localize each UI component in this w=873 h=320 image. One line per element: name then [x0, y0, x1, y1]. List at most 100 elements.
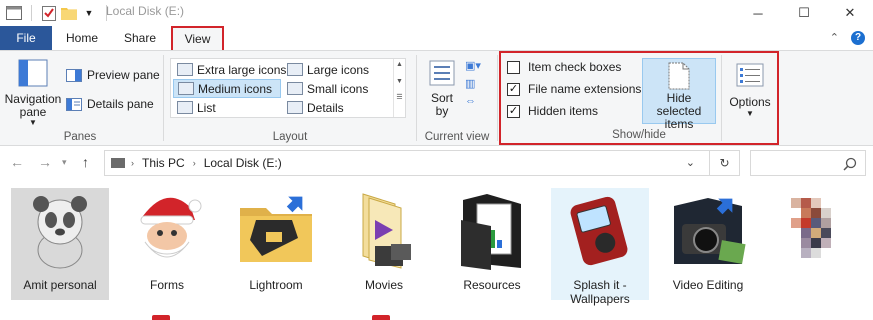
item-check-boxes-label: Item check boxes — [528, 60, 622, 74]
list-icon — [177, 101, 193, 114]
folder-tile[interactable]: Lightroom — [227, 188, 325, 300]
properties-check-icon[interactable] — [41, 5, 57, 21]
folder-tile[interactable]: Splash it - Wallpapers — [551, 188, 649, 306]
search-input[interactable] — [750, 150, 866, 176]
preview-pane-button[interactable]: Preview pane — [66, 65, 160, 85]
details-pane-icon — [66, 97, 82, 111]
item-check-boxes-checkbox[interactable] — [507, 60, 520, 74]
options-label: Options — [729, 95, 771, 109]
details-pane-label: Details pane — [87, 97, 154, 111]
folder-tile[interactable]: Resources — [443, 188, 541, 300]
folder-name: Resources — [463, 278, 521, 292]
breadcrumb-separator-icon[interactable]: › — [193, 158, 196, 168]
layout-scroll[interactable]: ▲ ▼ ☰ — [393, 59, 405, 117]
extra-large-icons-icon — [177, 63, 193, 76]
layout-large-icons[interactable]: Large icons — [283, 60, 373, 79]
up-arrow-icon[interactable]: ↑ — [82, 154, 89, 170]
minimize-button[interactable]: ─ — [735, 0, 781, 26]
panes-group: Navigation pane ▼ Preview pane Details p… — [0, 51, 160, 146]
customize-dropdown-icon[interactable]: ▼ — [81, 5, 97, 21]
breadcrumb-this-pc[interactable]: This PC — [142, 156, 185, 170]
breadcrumb-local-disk[interactable]: Local Disk (E:) — [204, 156, 282, 170]
layout-item-label: List — [197, 100, 216, 115]
hide-selected-items-button[interactable]: Hide selected items — [642, 58, 716, 131]
scroll-down-icon[interactable]: ▼ — [394, 78, 405, 85]
back-arrow-icon[interactable]: ← — [10, 154, 24, 170]
ribbon: Navigation pane ▼ Preview pane Details p… — [0, 50, 873, 146]
recent-locations-icon[interactable]: ▾ — [62, 157, 67, 168]
file-name-extensions-option[interactable]: ✓ File name extensions — [507, 82, 641, 96]
refresh-icon[interactable]: ↻ — [709, 151, 739, 175]
large-icons-icon — [287, 63, 303, 76]
maximize-button[interactable]: ☐ — [781, 0, 827, 26]
item-check-boxes-option[interactable]: Item check boxes — [507, 60, 621, 74]
layout-list[interactable]: List — [173, 98, 220, 117]
folder-tile[interactable] — [767, 188, 865, 300]
panes-group-label: Panes — [63, 131, 97, 143]
current-view-group-label: Current view — [424, 131, 490, 143]
navigation-bar: ← → ▾ ↑ › This PC › Local Disk (E:) ⌄ ↻ — [0, 146, 873, 180]
group-divider — [721, 55, 722, 141]
santa-folder-icon — [127, 190, 207, 270]
layout-medium-icons[interactable]: Medium icons — [173, 79, 281, 98]
sort-by-button[interactable]: Sort by — [425, 59, 459, 118]
mp4-folder-icon — [344, 190, 424, 270]
layout-item-label: Details — [307, 100, 344, 115]
forward-arrow-icon[interactable]: → — [38, 154, 52, 170]
group-divider — [497, 55, 498, 141]
partial-folder-icon — [372, 315, 390, 320]
partial-folder-icon — [152, 315, 170, 320]
collapse-ribbon-icon[interactable]: ⌃ — [830, 31, 839, 44]
folder-name: Forms — [150, 278, 184, 292]
tab-view[interactable]: View — [171, 26, 224, 50]
folder-tile[interactable]: Movies — [335, 188, 433, 300]
add-columns-icon[interactable]: ▥ — [465, 77, 487, 95]
details-icon — [287, 101, 303, 114]
folder-name: Movies — [364, 278, 403, 292]
layout-item-label: Medium icons — [198, 81, 273, 96]
details-pane-button[interactable]: Details pane — [66, 94, 154, 114]
tab-home[interactable]: Home — [58, 26, 106, 50]
close-button[interactable]: ✕ — [827, 0, 873, 26]
explorer-icon[interactable] — [6, 5, 22, 21]
address-dropdown-icon[interactable]: ⌄ — [686, 156, 695, 169]
options-icon — [736, 63, 764, 87]
hide-selected-items-icon — [668, 62, 690, 90]
file-name-extensions-label: File name extensions — [528, 82, 642, 96]
new-folder-icon[interactable] — [61, 5, 77, 21]
window-controls: ─ ☐ ✕ — [735, 0, 873, 26]
layout-extra-large-icons[interactable]: Extra large icons — [173, 60, 290, 79]
layout-small-icons[interactable]: Small icons — [283, 79, 372, 98]
hide-selected-items-label: Hide selected items — [656, 91, 702, 131]
resources-folder-icon — [452, 190, 532, 270]
small-icons-icon — [287, 82, 303, 95]
hidden-items-checkbox[interactable]: ✓ — [507, 104, 520, 118]
folder-name: Amit personal — [23, 278, 97, 292]
preview-pane-label: Preview pane — [87, 68, 160, 82]
file-name-extensions-checkbox[interactable]: ✓ — [507, 82, 520, 96]
current-view-group: Sort by ▣▾ ▥ ⇔ Current view — [419, 51, 495, 146]
toolbar-divider — [31, 5, 32, 21]
layout-item-label: Extra large icons — [197, 62, 287, 77]
hidden-items-option[interactable]: ✓ Hidden items — [507, 104, 598, 118]
size-columns-icon[interactable]: ⇔ — [465, 95, 487, 113]
tab-file[interactable]: File — [0, 26, 52, 50]
folder-tile[interactable]: Amit personal — [11, 188, 109, 300]
breadcrumb-separator-icon[interactable]: › — [131, 158, 134, 168]
layout-details[interactable]: Details — [283, 98, 348, 117]
ribbon-tab-row: File Home Share View ⌃ ? — [0, 26, 873, 50]
more-icon[interactable]: ☰ — [394, 93, 405, 101]
show-hide-group-label: Show/hide — [612, 129, 666, 141]
tab-share[interactable]: Share — [117, 26, 163, 50]
quick-access-toolbar: ▼ — [0, 0, 112, 26]
folder-name: Lightroom — [249, 278, 303, 292]
group-by-icon[interactable]: ▣▾ — [465, 59, 487, 77]
folder-tile[interactable]: Forms — [118, 188, 216, 300]
folder-tile[interactable]: Video Editing — [659, 188, 757, 300]
address-bar[interactable]: › This PC › Local Disk (E:) ⌄ ↻ — [104, 150, 740, 176]
sort-by-label: Sort by — [430, 91, 453, 118]
scroll-up-icon[interactable]: ▲ — [394, 61, 405, 68]
navigation-pane-button[interactable]: Navigation pane ▼ — [4, 59, 62, 127]
options-button[interactable]: Options ▼ — [725, 63, 775, 118]
help-icon[interactable]: ? — [851, 31, 865, 45]
